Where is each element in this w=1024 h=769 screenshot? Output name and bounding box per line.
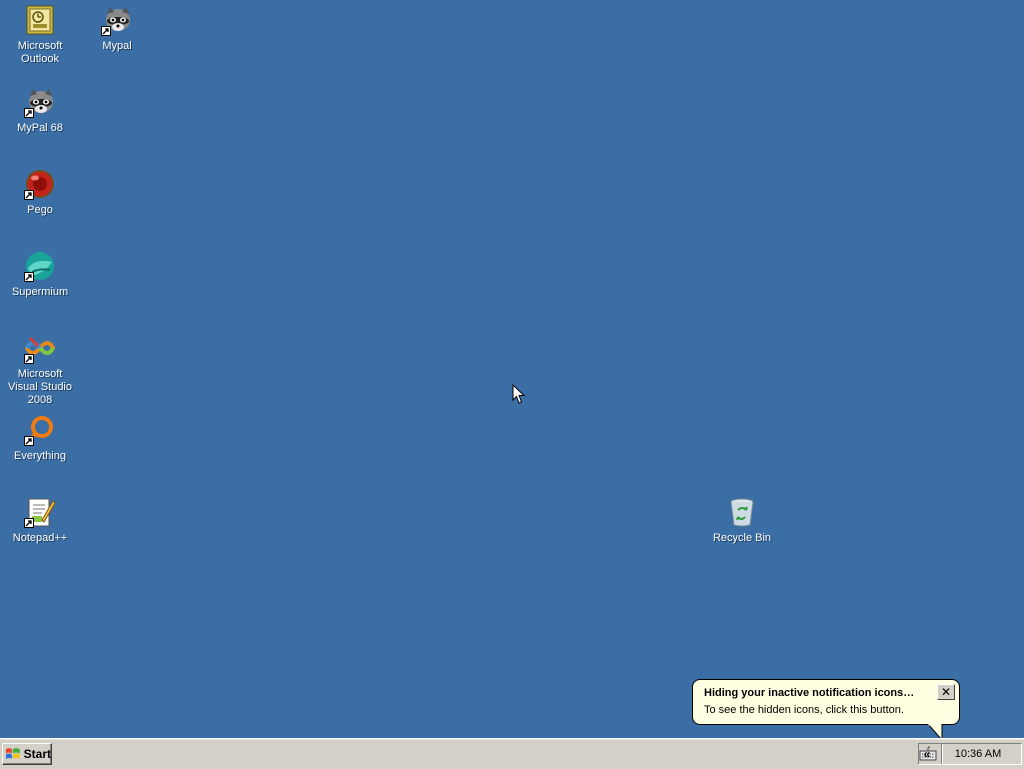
desktop-icon-label: Everything [14,450,66,462]
shortcut-arrow-icon [24,518,34,528]
taskbar: Start « 10:36 AM [0,738,1024,769]
desktop-icon-label: Microsoft Outlook [17,40,63,65]
show-hidden-icons-button[interactable]: « [919,745,935,763]
windows-logo-icon [5,748,20,759]
raccoon-icon [101,4,133,36]
shortcut-arrow-icon [24,108,34,118]
desktop[interactable]: Microsoft Outlook Mypal MyPal 68 Pego Su… [0,0,1024,738]
notepadpp-icon [24,496,56,528]
recycle-bin-icon [726,496,758,528]
balloon-close-button[interactable]: ✕ [937,684,955,700]
desktop-icon-notepadpp[interactable]: Notepad++ [0,496,80,545]
shortcut-arrow-icon [24,190,34,200]
notification-balloon[interactable]: Hiding your inactive notification icons…… [692,679,960,725]
desktop-icon-mypal-68[interactable]: MyPal 68 [0,86,80,135]
raccoon-icon [24,86,56,118]
desktop-icon-everything[interactable]: Everything [0,414,80,463]
shortcut-arrow-icon [24,272,34,282]
supermium-icon [24,250,56,282]
desktop-icon-label: MyPal 68 [17,122,63,134]
desktop-icon-label: Pego [27,204,53,216]
desktop-icon-mypal[interactable]: Mypal [77,4,157,53]
shortcut-arrow-icon [101,26,111,36]
balloon-title: Hiding your inactive notification icons… [704,687,915,699]
desktop-icon-pego[interactable]: Pego [0,168,80,217]
shortcut-arrow-icon [24,436,34,446]
desktop-icon-label: Supermium [11,286,69,298]
balloon-text: To see the hidden icons, click this butt… [704,704,904,716]
start-button[interactable]: Start [2,743,52,765]
desktop-icon-label: Microsoft Visual Studio 2008 [7,368,72,406]
visual-studio-icon [24,332,56,364]
red-ball-icon [24,168,56,200]
desktop-icon-label: Recycle Bin [712,532,772,544]
desktop-icon-supermium[interactable]: Supermium [0,250,80,299]
start-label: Start [23,747,51,761]
desktop-icon-recycle-bin[interactable]: Recycle Bin [702,496,782,545]
desktop-icon-visual-studio-2008[interactable]: Microsoft Visual Studio 2008 [0,332,80,407]
notification-area: « 10:36 AM [918,743,1022,765]
desktop-icon-label: Mypal [102,40,132,52]
shortcut-arrow-icon [24,354,34,364]
mouse-cursor-icon [512,384,525,404]
outlook-icon [24,4,56,36]
everything-search-icon [24,414,56,446]
desktop-icon-microsoft-outlook[interactable]: Microsoft Outlook [0,4,80,66]
desktop-icon-label: Notepad++ [12,532,68,544]
tray-clock[interactable]: 10:36 AM [935,748,1021,760]
